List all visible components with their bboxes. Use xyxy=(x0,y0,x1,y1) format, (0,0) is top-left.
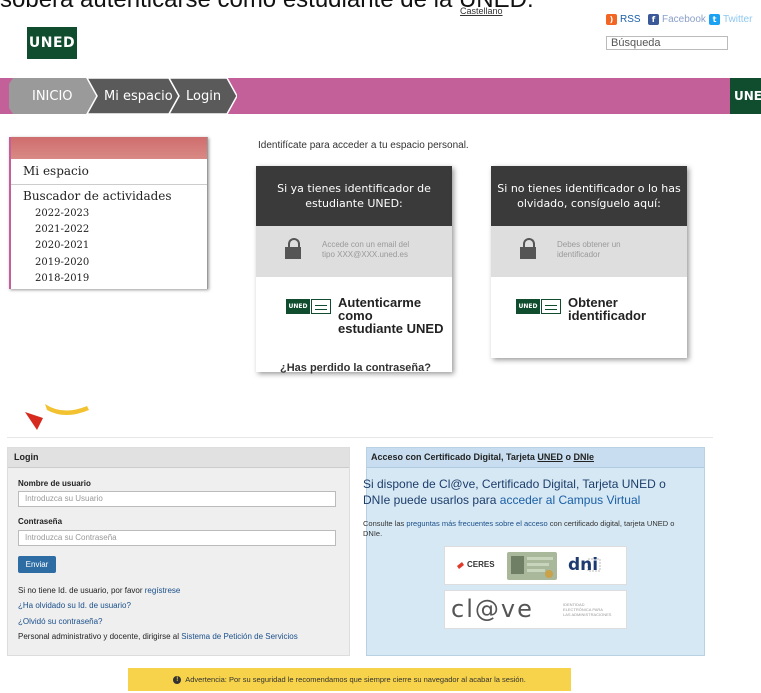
clave-subtitle: IDENTIDAD ELECTRÓNICA PARA LAS ADMINISTR… xyxy=(563,602,611,617)
facebook-label: Facebook xyxy=(662,14,706,25)
rss-link[interactable]: ) RSS xyxy=(606,14,641,25)
submit-button[interactable]: Enviar xyxy=(18,556,56,573)
sidebar-banner xyxy=(11,137,207,159)
student-note-line2: tipo XXX@XXX.uned.es xyxy=(322,250,408,259)
cert-title-uned: UNED xyxy=(537,452,563,462)
uned-logo[interactable]: UNED xyxy=(27,27,77,59)
username-label: Nombre de usuario xyxy=(18,479,91,488)
warning-icon: ! xyxy=(173,675,182,684)
twitter-icon: t xyxy=(709,14,720,25)
staff-text: Personal administrativo y docente, dirig… xyxy=(18,632,298,641)
student-card-note: Accede con un email del tipo XXX@XXX.une… xyxy=(256,226,452,277)
twitter-label: Twitter xyxy=(723,14,753,25)
intro-text: Identifícate para acceder a tu espacio p… xyxy=(258,140,469,151)
login-panel-title: Login xyxy=(8,448,349,468)
clave-button[interactable]: cl@ve IDENTIDAD ELECTRÓNICA PARA LAS ADM… xyxy=(444,590,627,629)
student-note-line1: Accede con un email del xyxy=(322,240,410,249)
lost-password-link[interactable]: ¿Has perdido la contraseña? xyxy=(280,362,431,374)
nav-logo: UNE xyxy=(730,78,761,114)
campus-virtual-link[interactable]: acceder al Campus Virtual xyxy=(500,493,641,507)
breadcrumb-mi-espacio[interactable]: Mi espacio xyxy=(104,78,173,114)
forgot-user-link[interactable]: ¿Ha olvidado su Id. de usuario? xyxy=(18,601,131,610)
student-card-header: Si ya tienes identificador de estudiante… xyxy=(256,166,452,226)
cropped-heading-text: sobera autenticarse como estudiante de l… xyxy=(0,0,534,13)
section-separator xyxy=(7,437,713,438)
twitter-link[interactable]: t Twitter xyxy=(709,14,752,25)
new-id-note-line1: Debes obtener un xyxy=(557,240,621,249)
staff-prefix: Personal administrativo y docente, dirig… xyxy=(18,632,179,641)
rss-label: RSS xyxy=(620,14,641,25)
login-panel: Login Nombre de usuario Introduzca su Us… xyxy=(7,447,350,656)
clave-label: cl@ve xyxy=(451,595,534,623)
register-link[interactable]: regístrese xyxy=(145,586,181,595)
certificate-dni-button[interactable]: CERES dni xyxy=(444,546,627,585)
certificate-faq-text: Consulte las preguntas más frecuentes so… xyxy=(363,519,683,539)
new-id-card-note: Debes obtener un identificador xyxy=(491,226,687,277)
language-link[interactable]: Castellano xyxy=(460,6,503,16)
authenticate-label-line2: estudiante UNED xyxy=(338,321,444,336)
sidebar-year-2020-2021[interactable]: 2020-2021 xyxy=(35,240,89,251)
obtain-label-line2: identificador xyxy=(568,308,647,323)
new-id-card-header: Si no tienes identificador o lo has olvi… xyxy=(491,166,687,226)
password-label: Contraseña xyxy=(18,517,63,526)
sidebar-title[interactable]: Mi espacio xyxy=(23,164,89,178)
forgot-password-link[interactable]: ¿Olvidó su contraseña? xyxy=(18,617,103,626)
warning-text: Advertencia: Por su seguridad le recomen… xyxy=(185,675,526,684)
facebook-icon: f xyxy=(648,14,659,25)
cert-title-dnie: DNIe xyxy=(573,452,594,462)
cropped-heading: sobera autenticarse como estudiante de l… xyxy=(0,0,600,14)
certificate-description: Si dispone de Cl@ve, Certificado Digital… xyxy=(363,476,693,508)
new-id-note-line2: identificador xyxy=(557,250,601,259)
decorative-swoosh xyxy=(25,404,89,430)
sidebar-year-2019-2020[interactable]: 2019-2020 xyxy=(35,257,89,268)
cert-title-prefix: Acceso con Certificado Digital, Tarjeta xyxy=(371,452,535,462)
username-input[interactable]: Introduzca su Usuario xyxy=(18,491,336,507)
new-id-card: Si no tienes identificador o lo has olvi… xyxy=(491,166,687,358)
sidebar-activity-finder[interactable]: Buscador de actividades xyxy=(23,189,172,203)
register-text: Si no tiene Id. de usuario, por favor re… xyxy=(18,586,180,595)
sidebar: Mi espacio Buscador de actividades 2022-… xyxy=(9,137,208,289)
password-input[interactable]: Introduzca su Contraseña xyxy=(18,530,336,546)
rss-icon: ) xyxy=(606,14,617,25)
authenticate-label-line1: Autenticarme como xyxy=(338,295,422,323)
uned-mini-emblem xyxy=(541,299,561,314)
register-prefix: Si no tiene Id. de usuario, por favor xyxy=(18,586,143,595)
breadcrumb-login[interactable]: Login xyxy=(186,78,221,114)
clave-sub3: LAS ADMINISTRACIONES xyxy=(563,612,612,617)
breadcrumb-inicio[interactable]: INICIO xyxy=(32,78,73,114)
authenticate-student-button[interactable]: UNED Autenticarme como estudiante UNED xyxy=(256,277,452,349)
sidebar-year-2021-2022[interactable]: 2021-2022 xyxy=(35,224,89,235)
certificate-panel-title: Acceso con Certificado Digital, Tarjeta … xyxy=(367,448,704,468)
cert-title-mid: o xyxy=(565,452,571,462)
security-warning: ! Advertencia: Por su seguridad le recom… xyxy=(128,668,571,691)
search-input[interactable]: Búsqueda xyxy=(606,36,728,50)
lock-icon xyxy=(520,238,536,259)
uned-mini-logo: UNED xyxy=(516,299,540,314)
lock-icon xyxy=(285,238,301,259)
certificate-panel: Acceso con Certificado Digital, Tarjeta … xyxy=(363,447,705,656)
obtain-identifier-button[interactable]: UNED Obtener identificador xyxy=(491,277,687,349)
faq-link[interactable]: preguntas más frecuentes sobre el acceso xyxy=(406,519,547,528)
faq-prefix: Consulte las xyxy=(363,519,405,528)
ceres-label: CERES xyxy=(467,560,495,569)
facebook-link[interactable]: f Facebook xyxy=(648,14,706,25)
student-card: Si ya tienes identificador de estudiante… xyxy=(256,166,452,374)
sidebar-year-2018-2019[interactable]: 2018-2019 xyxy=(35,273,89,284)
service-request-link[interactable]: Sistema de Petición de Servicios xyxy=(181,632,298,641)
uned-mini-logo: UNED xyxy=(286,299,310,314)
dni-label: dni xyxy=(568,555,599,575)
sidebar-year-2022-2023[interactable]: 2022-2023 xyxy=(35,208,89,219)
uned-mini-emblem xyxy=(311,299,331,314)
sidebar-divider xyxy=(11,184,207,185)
